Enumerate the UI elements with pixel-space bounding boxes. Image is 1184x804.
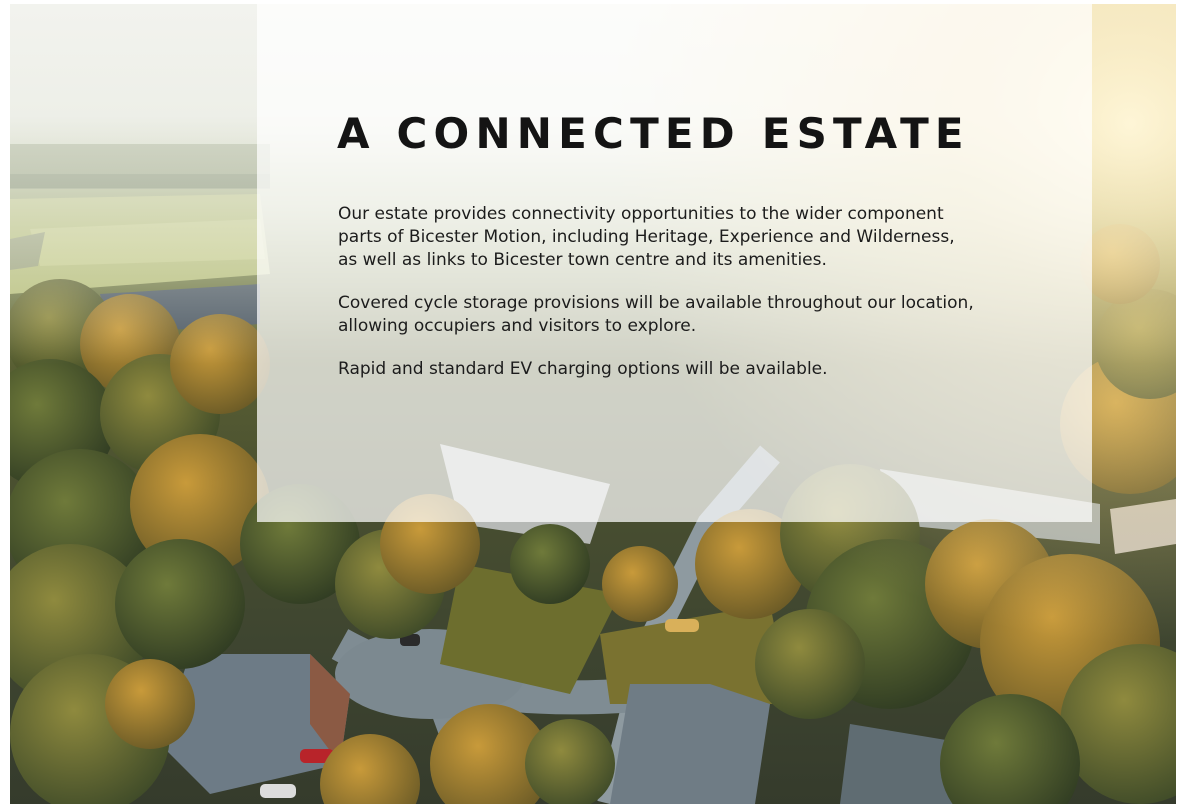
section-title: A CONNECTED ESTATE [337,109,970,158]
section-body: Our estate provides connectivity opportu… [338,203,978,401]
paragraph-cycle-storage: Covered cycle storage provisions will be… [338,293,974,336]
paragraph-ev-charging: Rapid and standard EV charging options w… [338,359,828,379]
page-frame: A CONNECTED ESTATE Our estate provides c… [0,0,1184,804]
content-card: A CONNECTED ESTATE Our estate provides c… [257,4,1092,522]
paragraph-connectivity: Our estate provides connectivity opportu… [338,204,955,270]
